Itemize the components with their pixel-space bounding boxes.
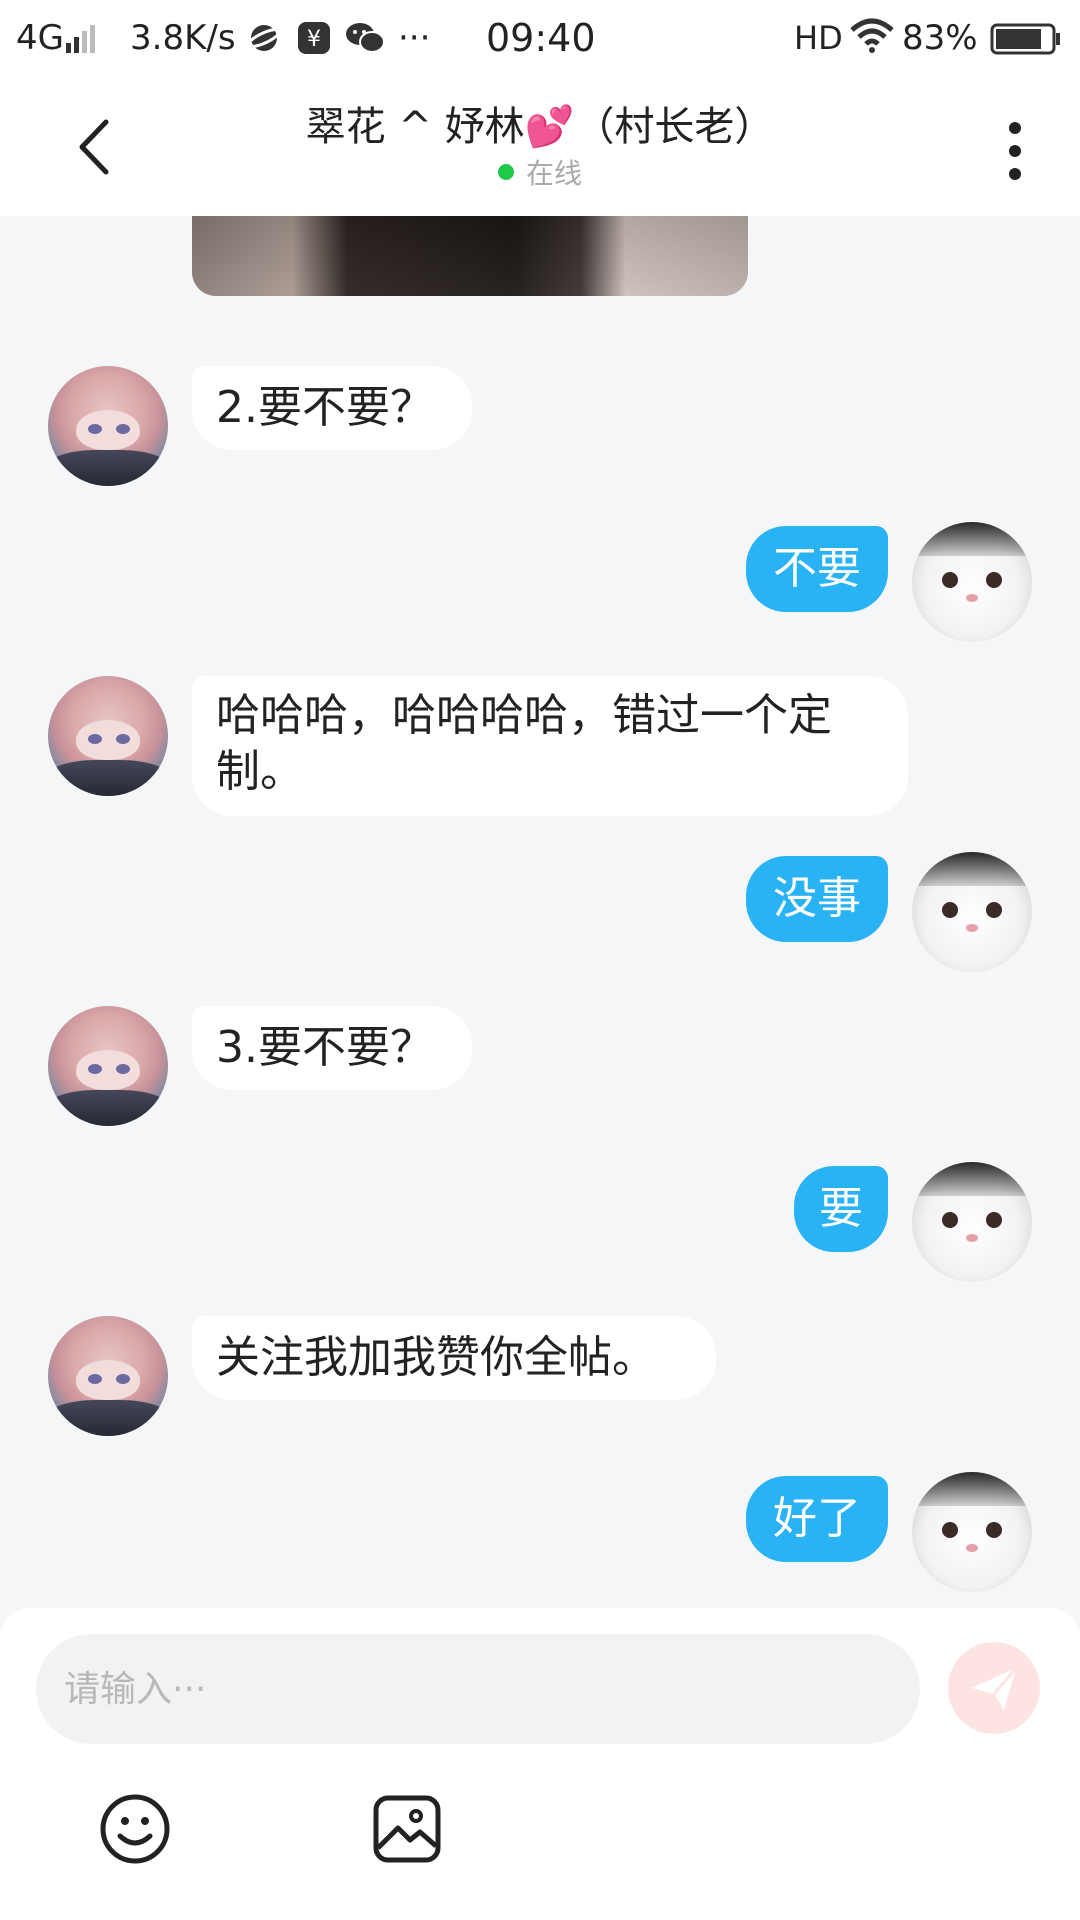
contact-avatar[interactable]	[48, 1006, 168, 1126]
contact-avatar[interactable]	[48, 366, 168, 486]
back-arrow-icon	[79, 119, 109, 175]
message-input[interactable]	[36, 1634, 920, 1744]
online-status: 在线	[200, 152, 880, 192]
image-button[interactable]	[370, 1792, 444, 1866]
incoming-message-bubble[interactable]: 哈哈哈，哈哈哈哈，错过一个定制。	[192, 676, 908, 816]
status-bar: 4G 3.8K/s ¥ ··· 09:40 HD 83%	[0, 0, 1080, 76]
my-avatar[interactable]	[912, 522, 1032, 642]
back-button[interactable]	[60, 112, 130, 182]
planet-icon	[246, 20, 282, 67]
input-panel	[0, 1608, 1080, 1920]
online-status-label: 在线	[525, 157, 582, 190]
my-avatar[interactable]	[912, 1162, 1032, 1282]
yuan-app-icon: ¥	[296, 20, 332, 67]
svg-text:¥: ¥	[307, 27, 321, 52]
network-type: 4G	[16, 18, 64, 58]
my-avatar[interactable]	[912, 1472, 1032, 1592]
clock: 09:40	[486, 16, 596, 60]
outgoing-message-bubble[interactable]: 好了	[746, 1476, 888, 1562]
outgoing-message-bubble[interactable]: 没事	[746, 856, 888, 942]
online-dot-icon	[497, 164, 514, 180]
message-list[interactable]: 2.要不要？ 不要 哈哈哈，哈哈哈哈，错过一个定制。 没事 3.要不要？ 要 关…	[0, 216, 1080, 1608]
paper-plane-icon	[972, 1667, 1018, 1710]
contact-avatar[interactable]	[48, 676, 168, 796]
wechat-icon	[344, 20, 386, 67]
signal-icon	[64, 22, 100, 66]
hd-indicator: HD	[794, 19, 843, 57]
outgoing-message-bubble[interactable]: 不要	[746, 526, 888, 612]
chat-screen: 4G 3.8K/s ¥ ··· 09:40 HD 83% 翠花 ^ 妤林💕（村长…	[0, 0, 1080, 1920]
network-speed: 3.8K/s	[130, 18, 236, 58]
battery-icon	[990, 22, 1062, 66]
battery-percent: 83%	[902, 18, 978, 58]
contact-avatar[interactable]	[48, 1316, 168, 1436]
incoming-message-bubble[interactable]: 2.要不要？	[192, 366, 472, 450]
incoming-message-bubble[interactable]: 关注我加我赞你全帖。	[192, 1316, 716, 1400]
image-message[interactable]	[192, 216, 748, 296]
smiley-icon	[100, 1794, 170, 1864]
chat-header: 翠花 ^ 妤林💕（村长老） 在线	[0, 76, 1080, 216]
send-button[interactable]	[948, 1642, 1040, 1734]
more-options-button[interactable]	[990, 116, 1040, 186]
more-vertical-icon	[1009, 122, 1021, 180]
my-avatar[interactable]	[912, 852, 1032, 972]
image-icon	[373, 1795, 441, 1863]
chat-title: 翠花 ^ 妤林💕（村长老）	[305, 104, 775, 150]
outgoing-message-bubble[interactable]: 要	[794, 1166, 888, 1252]
notification-more: ···	[398, 18, 431, 58]
incoming-message-bubble[interactable]: 3.要不要？	[192, 1006, 472, 1090]
emoji-button[interactable]	[98, 1792, 172, 1866]
wifi-icon	[850, 18, 894, 65]
